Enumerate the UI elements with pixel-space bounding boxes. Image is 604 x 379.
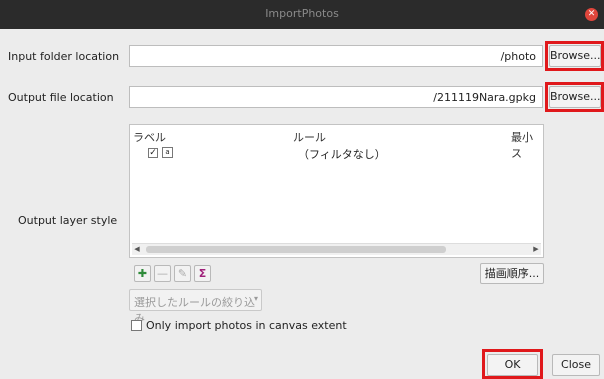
render-order-button[interactable]: 描画順序...: [480, 263, 544, 284]
output-file-value: /211119Nara.gpkg: [433, 91, 536, 104]
refine-rule-dropdown[interactable]: 選択したルールの絞り込み ▾: [129, 289, 262, 325]
chevron-down-icon: ▾: [253, 294, 258, 303]
close-button[interactable]: Close: [552, 354, 600, 376]
style-rules-table[interactable]: ラベル ルール 最小ス ✓ a （フィルタなし） ◀ ▶: [129, 124, 544, 258]
column-header-label[interactable]: ラベル: [133, 129, 166, 145]
scroll-right-icon[interactable]: ▶: [531, 244, 541, 255]
output-browse-highlight: [545, 82, 604, 112]
output-layer-style-label: Output layer style: [18, 214, 118, 227]
horizontal-scrollbar[interactable]: ◀ ▶: [132, 243, 541, 255]
row-checkbox[interactable]: ✓: [148, 148, 158, 158]
rule-cell: （フィルタなし）: [298, 148, 386, 161]
sum-icon[interactable]: Σ: [194, 265, 211, 282]
input-folder-value: /photo: [500, 50, 536, 63]
input-folder-label: Input folder location: [8, 50, 120, 63]
edit-rule-icon[interactable]: ✎: [174, 265, 191, 282]
title-bar: ImportPhotos ✕: [0, 0, 604, 29]
add-rule-icon[interactable]: ✚: [134, 265, 151, 282]
scroll-left-icon[interactable]: ◀: [132, 244, 142, 255]
only-canvas-checkbox[interactable]: [131, 320, 142, 331]
output-file-label: Output file location: [8, 91, 114, 104]
window-close-icon[interactable]: ✕: [585, 8, 598, 21]
abc-icon: a: [162, 147, 173, 158]
output-file-field[interactable]: /211119Nara.gpkg: [129, 86, 543, 108]
table-row[interactable]: ✓ a （フィルタなし）: [130, 145, 543, 161]
input-folder-field[interactable]: /photo: [129, 45, 543, 67]
column-header-rule[interactable]: ルール: [293, 129, 326, 145]
scroll-thumb[interactable]: [146, 246, 446, 253]
input-browse-highlight: [545, 41, 604, 71]
ok-highlight: [482, 349, 543, 379]
window-title: ImportPhotos: [265, 7, 339, 20]
only-canvas-label: Only import photos in canvas extent: [146, 319, 347, 332]
remove-rule-icon[interactable]: —: [154, 265, 171, 282]
